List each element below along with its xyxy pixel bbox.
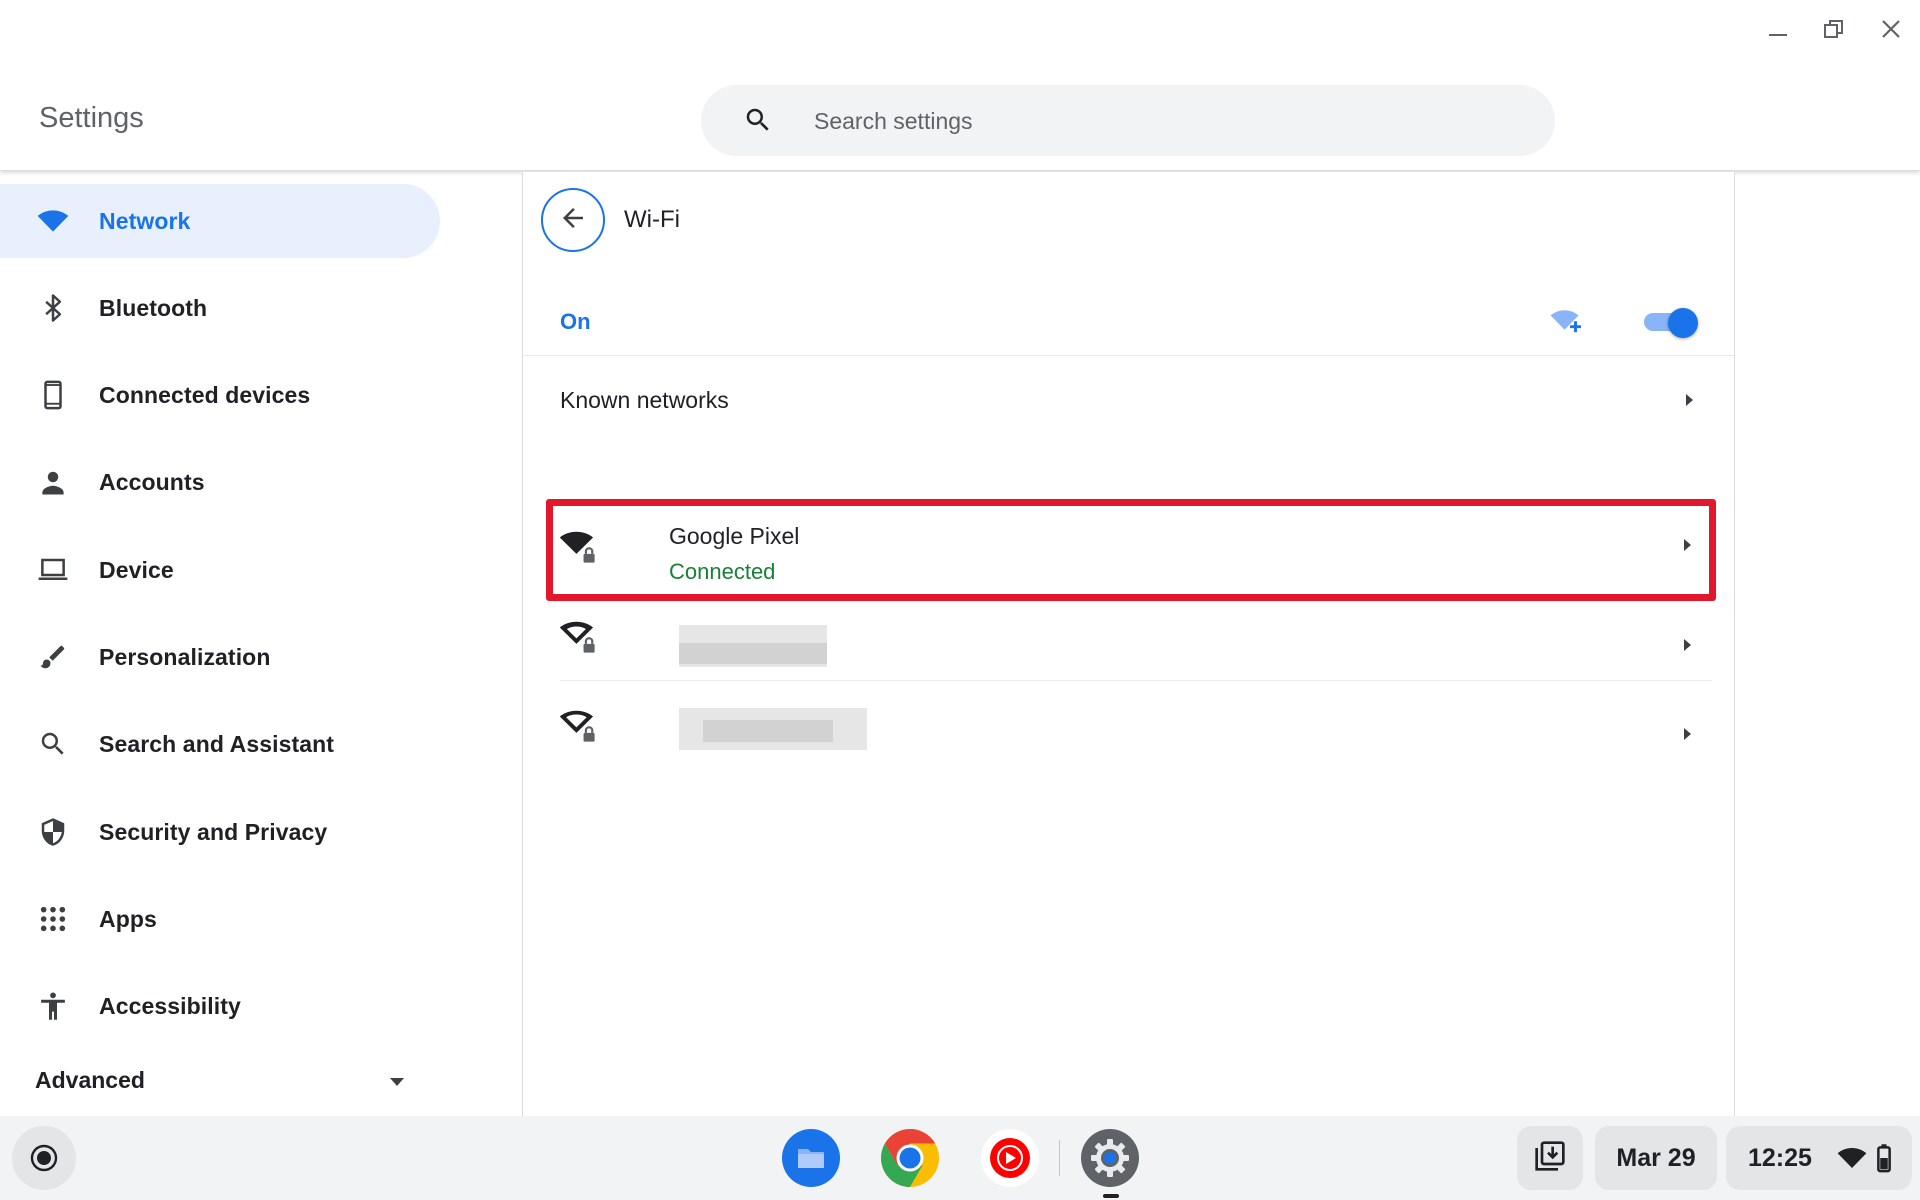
- bluetooth-icon: [36, 291, 70, 325]
- redacted-name-shade: [679, 643, 827, 664]
- sidebar-item-label: Accessibility: [99, 992, 241, 1019]
- sidebar-item-search-and-assistant[interactable]: Search and Assistant: [0, 707, 440, 781]
- search-icon: [36, 727, 70, 761]
- app-title: Settings: [39, 102, 144, 134]
- phone-icon: [36, 378, 70, 412]
- files-icon[interactable]: [779, 1126, 843, 1190]
- laptop-icon: [36, 553, 70, 587]
- page-title: Wi-Fi: [624, 206, 680, 233]
- chevron-right-icon: [1681, 637, 1693, 653]
- sidebar-item-security-and-privacy[interactable]: Security and Privacy: [0, 795, 440, 869]
- back-button[interactable]: [541, 188, 605, 252]
- sidebar-item-apps[interactable]: Apps: [0, 882, 440, 956]
- sidebar-item-label: Personalization: [99, 643, 271, 670]
- restore-icon[interactable]: [1814, 12, 1854, 46]
- wifi-locked-icon: [559, 527, 597, 565]
- apps-grid-icon: [36, 902, 70, 936]
- back-arrow-icon: [558, 203, 588, 238]
- minimize-icon[interactable]: [1758, 12, 1798, 46]
- brush-icon: [36, 640, 70, 674]
- sidebar-item-accounts[interactable]: Accounts: [0, 445, 440, 519]
- network-item-redacted[interactable]: [543, 690, 1713, 778]
- sidebar-item-personalization[interactable]: Personalization: [0, 620, 440, 694]
- divider: [560, 680, 1712, 681]
- settings-window: Settings Network Bluetooth: [0, 0, 1920, 1200]
- wifi-subpage: Wi-Fi On Known networks Google Pixel Con…: [522, 172, 1735, 1116]
- holding-space-button[interactable]: [1517, 1126, 1583, 1190]
- network-item-redacted[interactable]: [543, 603, 1713, 691]
- sidebar-item-label: Search and Assistant: [99, 730, 335, 757]
- sidebar-item-label: Connected devices: [99, 381, 311, 408]
- wifi-locked-icon: [559, 706, 597, 744]
- network-status: Connected: [669, 559, 776, 584]
- person-icon: [36, 465, 70, 499]
- status-tray[interactable]: 12:25: [1726, 1126, 1912, 1190]
- redacted-name-shade: [703, 720, 833, 742]
- wifi-state-label: On: [560, 309, 591, 334]
- sidebar-item-label: Network: [99, 207, 191, 234]
- advanced-section-toggle[interactable]: Advanced: [0, 1055, 420, 1105]
- youtube-music-icon[interactable]: [978, 1126, 1042, 1190]
- wifi-toggle-row: On: [523, 282, 1735, 356]
- shield-icon: [36, 815, 70, 849]
- holding-space-icon: [1534, 1140, 1566, 1177]
- toggle-knob: [1668, 308, 1698, 338]
- running-indicator: [1103, 1194, 1119, 1198]
- sidebar-item-label: Bluetooth: [99, 294, 208, 321]
- date-tray[interactable]: Mar 29: [1595, 1126, 1717, 1190]
- sidebar-item-connected-devices[interactable]: Connected devices: [0, 358, 440, 432]
- search-input[interactable]: [814, 99, 1514, 143]
- battery-icon: [1876, 1143, 1892, 1178]
- launcher-icon[interactable]: [12, 1126, 76, 1190]
- sidebar-item-label: Accounts: [99, 468, 205, 495]
- sidebar-item-label: Apps: [99, 905, 157, 932]
- shelf-divider: [1059, 1140, 1060, 1176]
- chrome-icon[interactable]: [878, 1126, 942, 1190]
- settings-gear-icon[interactable]: [1078, 1126, 1142, 1190]
- sidebar-item-accessibility[interactable]: Accessibility: [0, 969, 440, 1043]
- wifi-toggle[interactable]: [1641, 306, 1700, 338]
- sidebar-item-label: Security and Privacy: [99, 818, 328, 845]
- network-item-google-pixel[interactable]: Google Pixel Connected: [543, 501, 1713, 589]
- wifi-locked-icon: [559, 617, 597, 655]
- time-label: 12:25: [1748, 1143, 1812, 1172]
- search-box[interactable]: [701, 85, 1555, 156]
- sidebar: Network Bluetooth Connected devices Acco…: [0, 172, 520, 1116]
- sidebar-item-bluetooth[interactable]: Bluetooth: [0, 271, 440, 345]
- sidebar-item-label: Device: [99, 556, 174, 583]
- chevron-right-icon: [1683, 392, 1695, 408]
- sidebar-item-network[interactable]: Network: [0, 184, 440, 258]
- add-wifi-icon[interactable]: [1548, 301, 1586, 339]
- wifi-icon: [1837, 1143, 1867, 1178]
- advanced-label: Advanced: [35, 1067, 145, 1093]
- wifi-icon: [36, 204, 70, 238]
- network-name: Google Pixel: [669, 523, 800, 549]
- header: Settings: [0, 0, 1920, 171]
- date-label: Mar 29: [1616, 1143, 1696, 1172]
- sidebar-item-device[interactable]: Device: [0, 533, 440, 607]
- chevron-right-icon: [1681, 537, 1693, 553]
- known-networks-row[interactable]: Known networks: [523, 357, 1735, 443]
- caret-down-icon: [388, 1075, 406, 1093]
- accessibility-icon: [36, 989, 70, 1023]
- close-icon[interactable]: [1871, 12, 1911, 46]
- chevron-right-icon: [1681, 726, 1693, 742]
- known-networks-label: Known networks: [560, 387, 729, 413]
- shelf: Mar 29 12:25: [0, 1116, 1920, 1200]
- search-icon: [743, 105, 773, 140]
